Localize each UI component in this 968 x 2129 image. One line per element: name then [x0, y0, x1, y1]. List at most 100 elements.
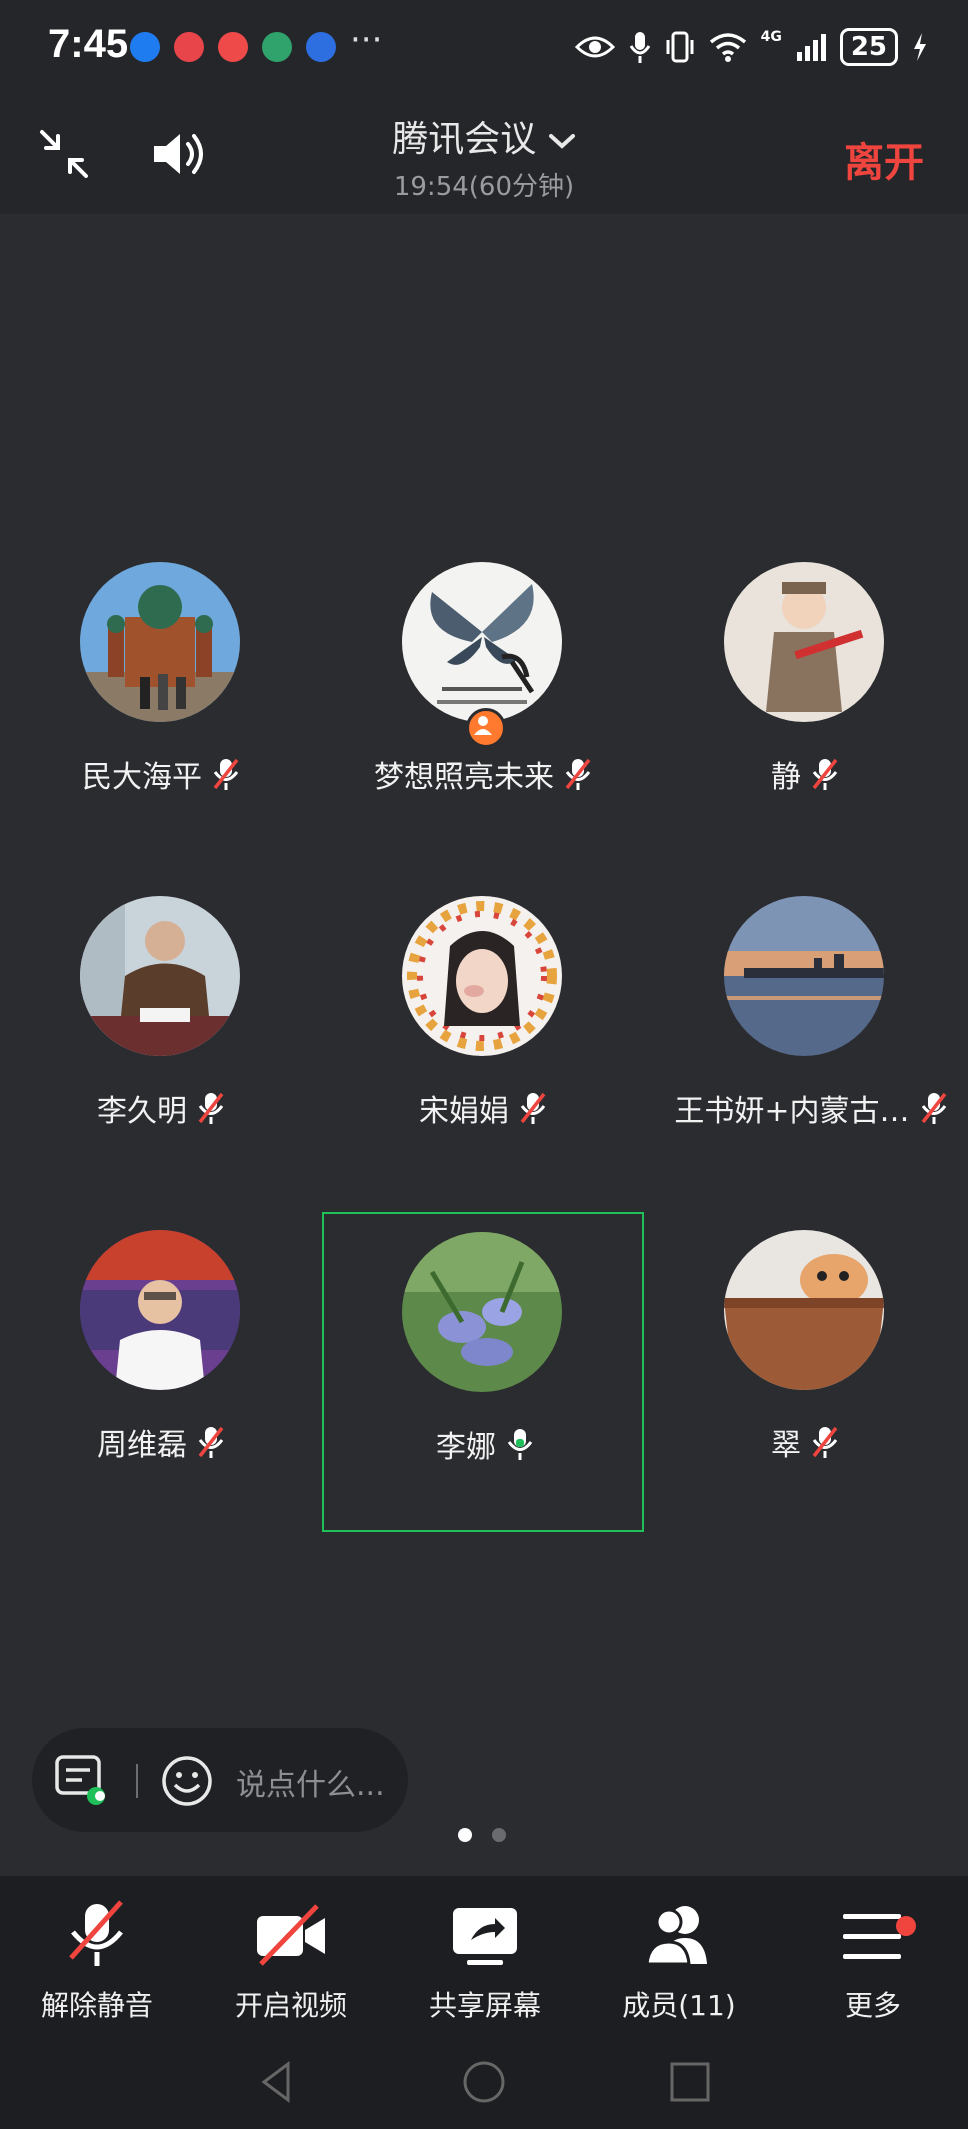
meeting-duration: 19:54(60分钟) — [393, 172, 575, 202]
avatar — [724, 1230, 884, 1390]
participant-tile[interactable]: 民大海平 — [0, 540, 322, 860]
app-notification-icon — [130, 32, 160, 62]
more-notifications-icon: ··· — [350, 20, 383, 60]
app-notification-icon — [306, 32, 336, 62]
participant-tile[interactable]: 周维磊 — [0, 1208, 322, 1528]
share-screen-label: 共享屏幕 — [428, 1989, 541, 2022]
members-button[interactable]: 成员(11) — [582, 1896, 776, 2024]
mic-muted-icon — [198, 1092, 224, 1124]
network-type: 4G — [760, 29, 782, 45]
mic-muted-icon — [812, 1426, 838, 1458]
page-dot-active[interactable] — [458, 1828, 472, 1842]
chat-input-bar[interactable]: 说点什么... — [32, 1728, 408, 1832]
meeting-title: 腾讯会议 — [392, 119, 537, 160]
notification-dot — [896, 1916, 916, 1936]
members-label: 成员(11) — [622, 1989, 736, 2022]
page-dot[interactable] — [492, 1828, 506, 1842]
participant-name: 宋娟娟 — [419, 1094, 509, 1129]
man-stage-photo — [80, 1230, 240, 1390]
cat-in-basket-photo — [724, 1230, 884, 1390]
participant-name: 静 — [771, 760, 801, 795]
notification-icons — [130, 32, 336, 62]
child-costume-photo — [724, 562, 884, 722]
home-icon[interactable] — [460, 2058, 508, 2106]
app-notification-icon — [174, 32, 204, 62]
page-indicator — [458, 1828, 506, 1842]
mic-muted-icon — [921, 1092, 946, 1124]
status-bar: 7:45 ··· 4G 25 — [0, 0, 968, 96]
participant-name: 梦想照亮未来 — [374, 760, 554, 795]
mic-muted-icon — [520, 1092, 546, 1124]
participant-tile[interactable]: 王书妍+内蒙古… — [644, 874, 966, 1194]
menu-icon — [843, 1914, 901, 1959]
mic-on-icon — [507, 1429, 533, 1460]
participant-name-row: 周维磊 — [0, 1420, 322, 1464]
avatar — [402, 1232, 562, 1392]
participant-name-row: 梦想照亮未来 — [322, 752, 644, 796]
participant-name-row: 民大海平 — [0, 752, 322, 796]
status-time: 7:45 — [48, 22, 129, 66]
system-navigation-bar — [0, 2040, 968, 2129]
lake-sunset-photo — [724, 896, 884, 1056]
avatar — [402, 896, 562, 1056]
chat-placeholder[interactable]: 说点什么... — [236, 1760, 385, 1804]
share-screen-button[interactable]: 共享屏幕 — [388, 1896, 582, 2024]
charging-icon — [914, 33, 926, 61]
battery-level: 25 — [839, 28, 898, 66]
signal-icon — [796, 34, 826, 61]
man-at-desk-photo — [80, 896, 240, 1056]
mic-muted-icon — [69, 1900, 123, 1966]
chat-divider — [136, 1764, 138, 1798]
participant-tile[interactable]: 李久明 — [0, 874, 322, 1194]
avatar — [724, 896, 884, 1056]
app-notification-icon — [262, 32, 292, 62]
chevron-down-icon — [548, 134, 575, 149]
participant-name: 周维磊 — [97, 1428, 187, 1463]
participant-name-row: 李久明 — [0, 1086, 322, 1130]
chat-bubble-icon[interactable] — [54, 1754, 108, 1806]
recents-icon[interactable] — [666, 2058, 714, 2106]
eye-icon — [574, 36, 615, 58]
participant-tile[interactable]: 静 — [644, 540, 966, 860]
participant-name: 民大海平 — [82, 760, 202, 795]
host-badge-icon — [466, 708, 506, 748]
video-off-icon — [257, 1904, 325, 1966]
mic-muted-icon — [565, 758, 591, 790]
participant-tile[interactable]: 宋娟娟 — [322, 874, 644, 1194]
vibrate-icon — [666, 31, 694, 63]
start-video-button[interactable]: 开启视频 — [194, 1896, 388, 2024]
participant-name-row: 王书妍+内蒙古… — [650, 1086, 968, 1130]
participant-tile[interactable]: 翠 — [644, 1208, 966, 1528]
start-video-label: 开启视频 — [234, 1989, 347, 2022]
members-icon — [645, 1906, 707, 1966]
participant-name-row: 宋娟娟 — [322, 1086, 644, 1130]
butterfly-calligraphy — [402, 562, 562, 722]
emoji-icon[interactable] — [160, 1754, 214, 1808]
avatar — [80, 896, 240, 1056]
girl-fruit-frame-photo — [402, 896, 562, 1056]
more-button[interactable]: 更多 — [776, 1896, 968, 2024]
microphone-status-icon — [629, 32, 650, 63]
share-screen-icon — [453, 1908, 517, 1965]
app-notification-icon — [218, 32, 248, 62]
blue-flowers-photo — [402, 1232, 562, 1392]
participant-name: 李久明 — [97, 1094, 187, 1129]
meeting-header: 腾讯会议 19:54(60分钟) 离开 — [0, 96, 968, 214]
unmute-button[interactable]: 解除静音 — [0, 1896, 194, 2024]
more-label: 更多 — [844, 1989, 901, 2022]
avatar — [80, 562, 240, 722]
active-speaker-tile[interactable]: 李娜 — [322, 1212, 644, 1532]
cathedral-photo — [80, 562, 240, 722]
leave-meeting-button[interactable]: 离开 — [844, 130, 924, 188]
back-icon[interactable] — [254, 2058, 302, 2106]
participant-name-row: 静 — [644, 752, 966, 796]
participant-name-row: 李娜 — [324, 1422, 646, 1466]
unmute-label: 解除静音 — [40, 1989, 153, 2022]
participant-name-row: 翠 — [644, 1420, 966, 1464]
avatar — [402, 562, 562, 722]
wifi-icon — [709, 33, 746, 62]
avatar — [80, 1230, 240, 1390]
meeting-title-dropdown[interactable]: 腾讯会议 — [0, 110, 968, 162]
participant-tile[interactable]: 梦想照亮未来 — [322, 540, 644, 860]
participant-name: 翠 — [771, 1428, 801, 1463]
